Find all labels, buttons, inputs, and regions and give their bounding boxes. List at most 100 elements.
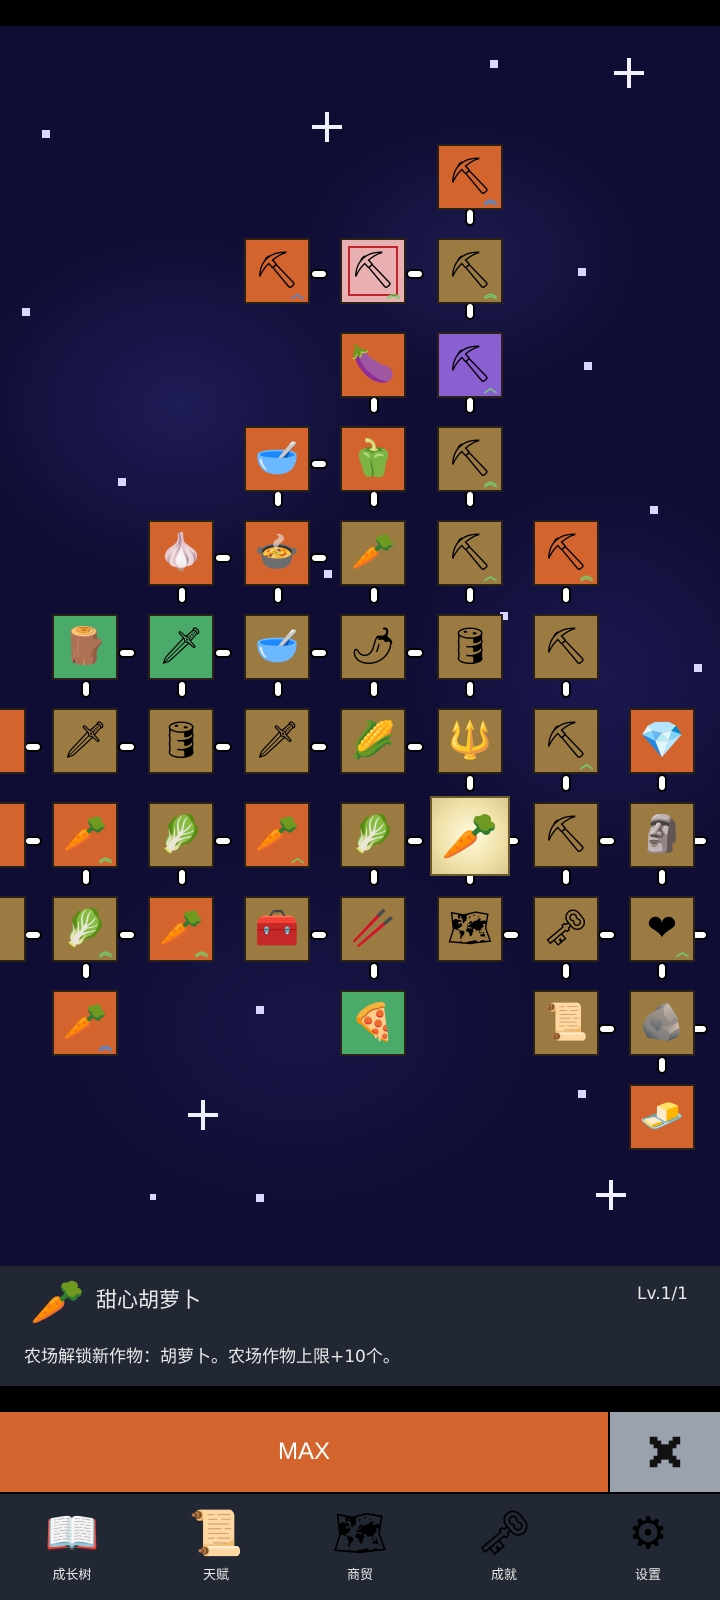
tree-connector: [310, 648, 328, 658]
skill-node-crystal[interactable]: 💎: [629, 708, 695, 774]
tree-connector: [24, 836, 42, 846]
upgrade-arrows-icon: ︽: [483, 193, 497, 208]
pepper-icon: 🫑: [350, 438, 396, 479]
wood-planks-icon: 🪵: [62, 626, 108, 667]
skill-node-soup-bowl[interactable]: 🍲: [244, 520, 310, 586]
tree-connector: [214, 553, 232, 563]
skill-node-eggplant[interactable]: 🍆: [340, 332, 406, 398]
nav-item-achievements[interactable]: 🗝 成就: [432, 1494, 576, 1600]
skill-node-garlic[interactable]: 🧄: [148, 520, 214, 586]
garlic-icon: 🧄: [158, 532, 204, 573]
skill-node-edge[interactable]: [0, 708, 26, 774]
carrot-icon: 🥕: [62, 1002, 108, 1043]
skill-node-radish[interactable]: 🥕: [340, 520, 406, 586]
upgrade-arrows-icon: ︽: [483, 287, 497, 302]
map-icon: 🗺: [447, 908, 493, 949]
shovel-icon: ⛏: [254, 250, 300, 291]
soup-bowl-icon: 🍲: [254, 532, 300, 573]
skill-node-chili[interactable]: 🌶: [340, 614, 406, 680]
skill-node-cabbage[interactable]: 🥬 ︽: [52, 896, 118, 962]
skill-node-shovel[interactable]: ⛏ ︿: [437, 520, 503, 586]
skill-node-parsnip[interactable]: 🥢: [340, 896, 406, 962]
skill-node-edge[interactable]: [0, 896, 26, 962]
skill-node-carrot[interactable]: 🥕 ︿: [244, 802, 310, 868]
gold-bar-icon: 🧈: [639, 1096, 685, 1137]
chest-icon: 🧰: [254, 908, 300, 949]
skill-node-cabbage[interactable]: 🥬: [148, 802, 214, 868]
skill-node-sword[interactable]: 🗡: [52, 708, 118, 774]
nav-label: 成就: [490, 1568, 517, 1583]
tree-connector: [406, 648, 424, 658]
nav-item-talent[interactable]: 📜 天赋: [144, 1494, 288, 1600]
tree-connector: [81, 962, 91, 980]
star: [650, 506, 658, 514]
tree-connector: [561, 962, 571, 980]
skill-node-carrot[interactable]: 🥕 ︽: [52, 802, 118, 868]
skill-node-pickaxe[interactable]: ⛏ ︽: [533, 520, 599, 586]
skill-node-wood-planks[interactable]: 🪵: [52, 614, 118, 680]
nav-item-growth-tree[interactable]: 📖 成长树: [0, 1494, 144, 1600]
skill-node-pickaxe[interactable]: ⛏: [533, 802, 599, 868]
skill-node-scroll[interactable]: 📜: [533, 990, 599, 1056]
skill-node-pickaxe[interactable]: ⛏: [533, 614, 599, 680]
skill-node-edge[interactable]: [0, 802, 26, 868]
nav-label: 成长树: [52, 1568, 92, 1583]
max-button[interactable]: MAX: [0, 1412, 608, 1492]
tree-connector: [310, 269, 328, 279]
skill-node-pizza[interactable]: 🍕: [340, 990, 406, 1056]
tree-connector: [118, 742, 136, 752]
skill-node-shovel[interactable]: ⛏ ︽: [437, 238, 503, 304]
skill-node-fossil[interactable]: 🪨: [629, 990, 695, 1056]
skill-node-key[interactable]: 🗝: [533, 896, 599, 962]
nav-item-settings[interactable]: ⚙ 设置: [576, 1494, 720, 1600]
tree-connector: [310, 553, 328, 563]
skill-tree-canvas[interactable]: ⛏ ︽ ⛏ ︿ ⛏ ︽ ⛏ ︽ 🍆 ⛏ ︿ 🥣 🫑 ⛏ ︽ 🧄 🍲 🥕 ⛏ ︿ ⛏ ︽ 🪵 🗡 …: [0, 26, 720, 1266]
skill-node-sword[interactable]: 🗡: [148, 614, 214, 680]
skill-node-shovel[interactable]: ⛏ ︿: [244, 238, 310, 304]
skill-node-cabbage[interactable]: 🥬: [340, 802, 406, 868]
scroll-icon: 📜: [188, 1508, 244, 1559]
skill-node-shovel-special[interactable]: ⛏ ︽: [340, 238, 406, 304]
upgrade-arrows-icon: ︽: [98, 1039, 112, 1054]
skill-node-statue[interactable]: 🗿: [629, 802, 695, 868]
skill-node-carrot-selected[interactable]: 🥕: [430, 796, 510, 876]
carrot-icon: 🥕: [30, 1277, 85, 1328]
skill-node-map[interactable]: 🗺: [437, 896, 503, 962]
parsnip-icon: 🥢: [350, 908, 396, 949]
skill-node-bowl[interactable]: 🥣: [244, 426, 310, 492]
pickaxe-icon: ⛏: [543, 532, 589, 573]
bowl-icon: 🥣: [254, 438, 300, 479]
skill-node-heart[interactable]: ❤ ︿: [629, 896, 695, 962]
skill-node-gold-bar[interactable]: 🧈: [629, 1084, 695, 1150]
skill-node-shovel[interactable]: ⛏ ︽: [437, 144, 503, 210]
skill-node-carrot[interactable]: 🥕 ︽: [52, 990, 118, 1056]
skill-node-pickaxe[interactable]: ⛏ ︿: [533, 708, 599, 774]
skill-node-shovel[interactable]: ⛏ ︽: [437, 426, 503, 492]
pickaxe-icon: ⛏: [543, 720, 589, 761]
skill-node-pepper[interactable]: 🫑: [340, 426, 406, 492]
skill-node-carrot[interactable]: 🥕 ︽: [148, 896, 214, 962]
skill-node-shovel-rare[interactable]: ⛏ ︿: [437, 332, 503, 398]
tree-connector: [406, 836, 424, 846]
skill-node-bowl[interactable]: 🥣: [244, 614, 310, 680]
skill-node-barrel[interactable]: 🛢: [437, 614, 503, 680]
skill-node-chest[interactable]: 🧰: [244, 896, 310, 962]
skill-node-corn[interactable]: 🌽: [340, 708, 406, 774]
skill-node-sword[interactable]: 🗡: [244, 708, 310, 774]
nav-label: 设置: [634, 1568, 661, 1583]
tree-connector: [406, 742, 424, 752]
upgrade-arrows-icon: ︽: [194, 945, 208, 960]
shovel-icon: ⛏: [447, 156, 493, 197]
carrot-icon: 🥕: [441, 809, 499, 863]
tree-connector: [310, 930, 328, 940]
skill-node-spear[interactable]: 🔱: [437, 708, 503, 774]
star: [578, 268, 586, 276]
tree-connector: [369, 868, 379, 886]
tree-connector: [177, 586, 187, 604]
tree-connector: [369, 680, 379, 698]
upgrade-arrows-icon: ︽: [483, 475, 497, 490]
tree-connector: [657, 1056, 667, 1074]
close-button[interactable]: [610, 1412, 720, 1492]
skill-node-barrel[interactable]: 🛢: [148, 708, 214, 774]
nav-item-trade[interactable]: 🗺 商贸: [288, 1494, 432, 1600]
